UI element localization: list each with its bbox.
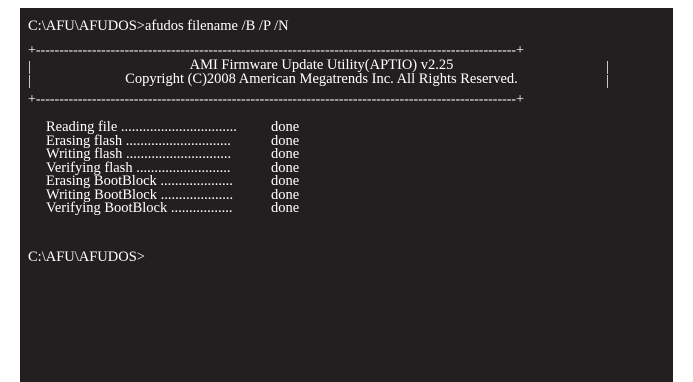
flash-steps-list: Reading file ...........................… (46, 120, 346, 216)
banner-border-bottom: +---------------------------------------… (28, 92, 524, 107)
banner-copyright: Copyright (C)2008 American Megatrends In… (125, 71, 518, 87)
step-label: Verifying BootBlock ................. (46, 200, 233, 216)
banner-title: AMI Firmware Update Utility(APTIO) v2.25 (189, 57, 454, 73)
dos-console[interactable]: C:\AFU\AFUDOS>afudos filename /B /P /N +… (20, 8, 673, 382)
command-prompt: C:\AFU\AFUDOS> (28, 249, 145, 265)
screenshot-page: C:\AFU\AFUDOS>afudos filename /B /P /N +… (0, 0, 693, 382)
step-status: done (271, 200, 300, 216)
list-item: Verifying BootBlock ................. do… (46, 200, 346, 216)
banner-border-top: +---------------------------------------… (28, 43, 524, 58)
command-line: C:\AFU\AFUDOS>afudos filename /B /P /N (28, 18, 289, 34)
